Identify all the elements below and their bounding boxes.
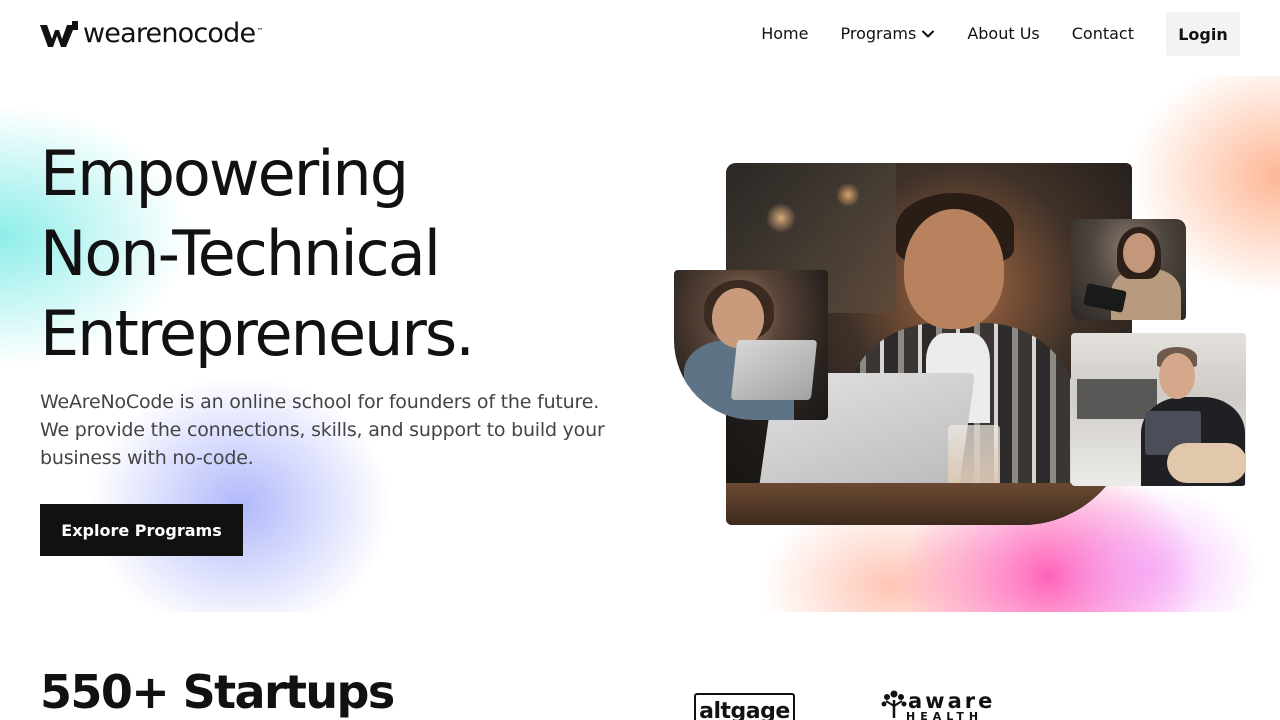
headline-line: Empowering	[40, 137, 409, 210]
site-header: wearenocode™ Home Programs About Us Cont…	[0, 0, 1280, 76]
nav-contact[interactable]: Contact	[1072, 12, 1134, 56]
site-logo[interactable]: wearenocode™	[40, 20, 263, 48]
aware-health-logo: aware HEALTH	[880, 688, 992, 720]
hero-photo-top-right	[1071, 219, 1186, 320]
nav-programs[interactable]: Programs	[840, 12, 935, 56]
chevron-down-icon	[922, 30, 935, 38]
aware-logo-subword: HEALTH	[906, 710, 984, 720]
hero-description: WeAreNoCode is an online school for foun…	[40, 391, 605, 469]
nav-home[interactable]: Home	[761, 12, 808, 56]
login-button[interactable]: Login	[1166, 12, 1240, 56]
nav-programs-label: Programs	[840, 24, 917, 43]
hero-photo-left	[674, 270, 828, 420]
headline-line: Non-Technical	[40, 217, 441, 290]
altgage-logo: altgage	[694, 693, 795, 720]
aware-leaf-icon	[881, 690, 907, 718]
main-nav: Home Programs About Us Contact Login	[761, 12, 1240, 56]
hero-headline: Empowering Non-Technical Entrepreneurs.	[40, 134, 640, 374]
startups-heading: 550+ Startups	[40, 665, 395, 719]
nav-about-us[interactable]: About Us	[967, 12, 1039, 56]
logo-mark-icon	[40, 21, 78, 47]
hero-photo-bottom-right	[1071, 333, 1246, 486]
explore-programs-button[interactable]: Explore Programs	[40, 504, 243, 556]
headline-line: Entrepreneurs.	[40, 297, 475, 370]
hero-section: Empowering Non-Technical Entrepreneurs. …	[0, 76, 1280, 612]
trademark-symbol: ™	[256, 27, 263, 35]
logo-wordmark: wearenocode™	[83, 18, 263, 49]
